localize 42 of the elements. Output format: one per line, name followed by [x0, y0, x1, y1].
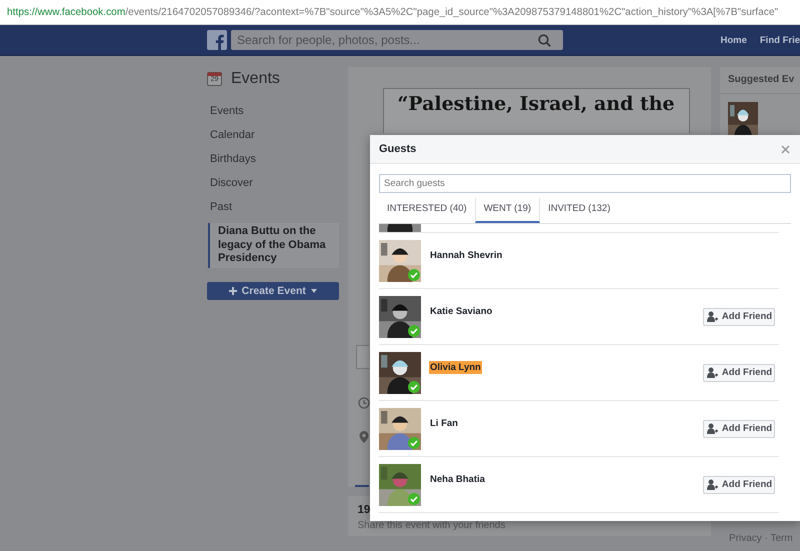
sidebar-item[interactable]: Events	[205, 99, 339, 123]
person-plus-icon	[706, 423, 718, 434]
add-friend-button[interactable]: Add Friend	[703, 308, 775, 326]
person-plus-icon	[706, 367, 718, 378]
sidebar-item[interactable]: Discover	[205, 171, 339, 195]
add-friend-button[interactable]: Add Friend	[703, 364, 775, 382]
sidebar-item[interactable]: Calendar	[205, 123, 339, 147]
footer-links: Privacy · Term	[728, 533, 794, 544]
logo-icon[interactable]	[207, 30, 227, 50]
sidebar-item[interactable]: Birthdays	[205, 147, 339, 171]
poster-text: “Palestine, Israel, and the	[396, 92, 676, 117]
person-plus-icon	[706, 479, 718, 490]
share-text: Share this event with your friends	[358, 520, 506, 531]
search-icon	[538, 34, 551, 46]
close-icon	[781, 144, 790, 154]
search-field[interactable]: Search guests	[379, 174, 791, 193]
tab[interactable]: WENT (19)	[474, 198, 540, 223]
guest-name[interactable]: Neha Bhatia	[429, 473, 486, 486]
caret-icon	[310, 288, 317, 292]
clock-icon	[358, 397, 370, 409]
tab-indicator	[354, 485, 369, 487]
person-plus-icon	[706, 311, 718, 322]
pin-icon	[358, 431, 369, 443]
address-bar[interactable]: https://www.facebook.com/events/2164702057089346/?acontext=%7B"source"%3A5%2C"page_id_source"%3A209875379148801%2C"action_history"%3A[%7B"surface"	[0, 0, 800, 25]
tab[interactable]: INVITED (132)	[540, 198, 618, 223]
create-event-button[interactable]: Create Event	[207, 282, 339, 300]
guest-name[interactable]: Olivia Lynn	[429, 361, 482, 374]
sidebar-item[interactable]: Diana Buttu on the legacy of the Obama Presidency	[208, 223, 339, 268]
dialog-title: Guests	[379, 143, 416, 155]
add-friend-button[interactable]: Add Friend	[703, 420, 775, 438]
page-title: Events	[231, 70, 280, 88]
section-title: Suggested Ev	[720, 67, 800, 94]
calendar-icon	[207, 71, 223, 87]
guest-name[interactable]: Li Fan	[429, 417, 459, 430]
tab[interactable]: INTERESTED (40)	[379, 198, 475, 223]
nav-link[interactable]: Find Frie	[760, 34, 800, 46]
sidebar-item[interactable]: Past	[205, 195, 339, 219]
guest-name[interactable]: Katie Saviano	[429, 305, 494, 318]
guest-name[interactable]: Hannah Shevrin	[429, 249, 504, 262]
going-count: 19	[358, 504, 372, 516]
add-friend-button[interactable]: Add Friend	[703, 476, 775, 494]
nav-link[interactable]: Home	[720, 34, 747, 46]
